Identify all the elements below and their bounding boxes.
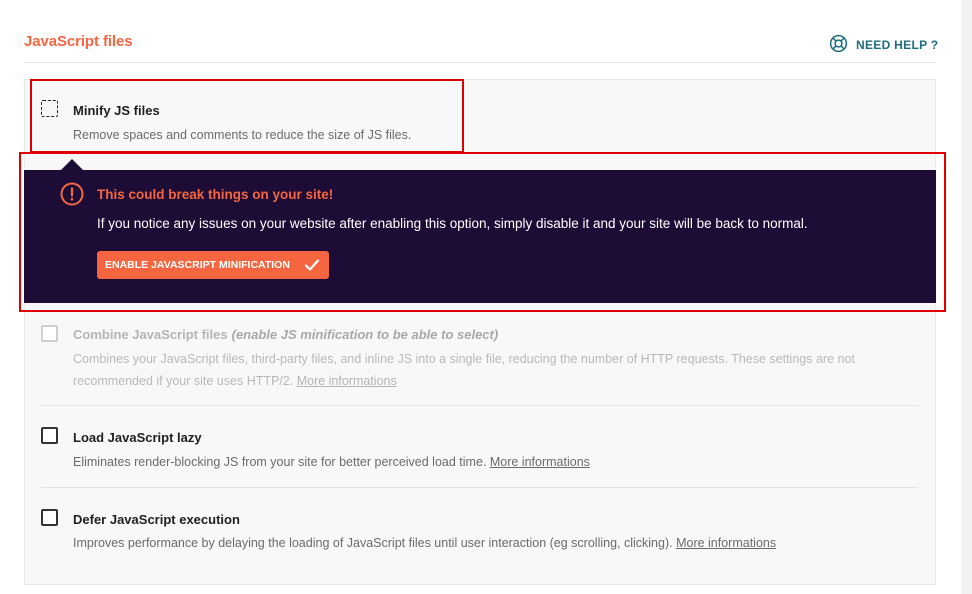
lifebuoy-icon	[829, 34, 848, 52]
minify-js-checkbox[interactable]	[41, 100, 58, 117]
enable-button-label: ENABLE JAVASCRIPT MINIFICATION	[105, 259, 290, 271]
combine-js-description-line1: Combines your JavaScript files, third-pa…	[73, 352, 855, 366]
defer-js-title: Defer JavaScript execution	[73, 512, 240, 527]
combine-js-checkbox[interactable]	[41, 325, 58, 342]
combine-js-title-row: Combine JavaScript files (enable JS minif…	[73, 327, 498, 342]
combine-js-description-line2: recommended if your site uses HTTP/2. Mo…	[73, 370, 903, 392]
defer-js-more-link[interactable]: More informations	[676, 536, 776, 550]
warning-text: If you notice any issues on your website…	[97, 216, 808, 231]
settings-page: JavaScript files NEED HELP ? Minify JS f…	[0, 0, 961, 594]
minify-js-title: Minify JS files	[73, 103, 160, 118]
minify-js-description: Remove spaces and comments to reduce the…	[73, 128, 412, 142]
scrollbar-gutter	[961, 0, 972, 594]
section-title: JavaScript files	[24, 33, 133, 50]
defer-js-checkbox[interactable]	[41, 509, 58, 526]
exclamation-circle-icon	[60, 182, 84, 206]
combine-js-title: Combine JavaScript files	[73, 327, 228, 342]
load-js-lazy-description: Eliminates render-blocking JS from your …	[73, 451, 590, 473]
option-separator	[41, 405, 918, 406]
checkmark-icon	[304, 259, 320, 271]
load-js-lazy-title: Load JavaScript lazy	[73, 430, 202, 445]
combine-js-more-link[interactable]: More informations	[297, 374, 397, 388]
load-js-lazy-description-text: Eliminates render-blocking JS from your …	[73, 455, 490, 469]
defer-js-description: Improves performance by delaying the loa…	[73, 532, 776, 554]
need-help-link[interactable]: NEED HELP ?	[829, 33, 938, 53]
warning-title: This could break things on your site!	[97, 187, 334, 202]
defer-js-description-text: Improves performance by delaying the loa…	[73, 536, 677, 550]
tooltip-arrow	[61, 159, 83, 170]
option-separator	[41, 487, 918, 488]
combine-js-description: Combines your JavaScript files, third-pa…	[73, 348, 903, 392]
load-js-lazy-checkbox[interactable]	[41, 427, 58, 444]
combine-js-hint: (enable JS minification to be able to se…	[231, 327, 499, 342]
load-js-lazy-more-link[interactable]: More informations	[490, 455, 590, 469]
header-divider	[24, 62, 936, 63]
need-help-label: NEED HELP ?	[856, 37, 939, 52]
enable-js-minification-button[interactable]: ENABLE JAVASCRIPT MINIFICATION	[97, 251, 329, 279]
combine-js-description-text: recommended if your site uses HTTP/2.	[73, 374, 297, 388]
